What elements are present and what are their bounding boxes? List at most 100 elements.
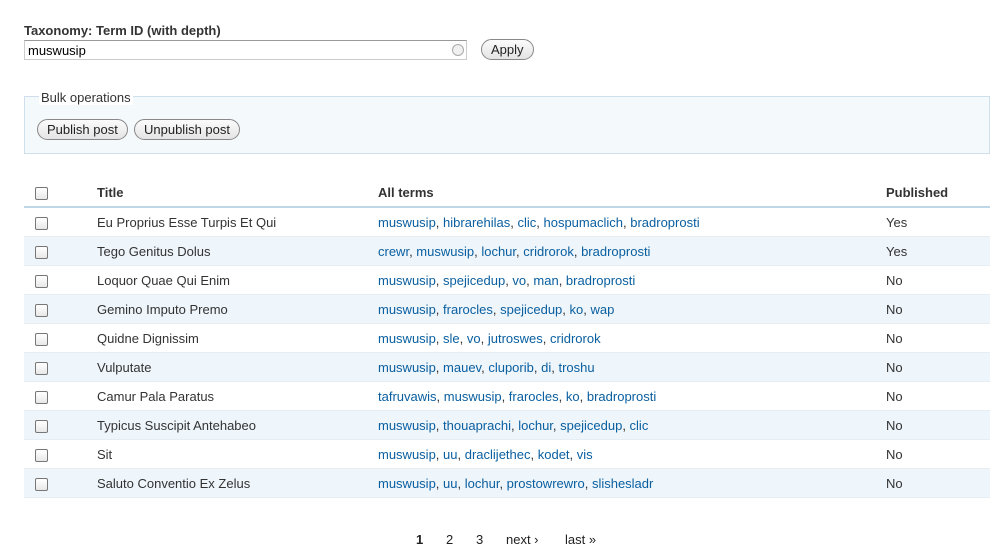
term-link[interactable]: vis	[577, 447, 593, 462]
row-title: Quidne Dignissim	[97, 323, 378, 353]
term-link[interactable]: tafruvawis	[378, 389, 437, 404]
term-link[interactable]: lochur	[481, 244, 516, 259]
unpublish-post-button[interactable]: Unpublish post	[134, 119, 240, 140]
term-link[interactable]: draclijethec	[465, 447, 531, 462]
row-published-status: Yes	[886, 207, 990, 237]
term-link[interactable]: frarocles	[443, 302, 493, 317]
row-terms: muswusip, hibrarehilas, clic, hospumacli…	[378, 207, 886, 237]
row-checkbox[interactable]	[35, 477, 48, 491]
term-link[interactable]: muswusip	[378, 418, 436, 433]
row-select-cell	[24, 381, 97, 411]
term-link[interactable]: thouaprachi	[443, 418, 511, 433]
term-link[interactable]: spejicedup	[560, 418, 622, 433]
term-link[interactable]: slishesladr	[592, 476, 653, 491]
publish-post-button[interactable]: Publish post	[37, 119, 128, 140]
term-link[interactable]: cridrorok	[550, 331, 601, 346]
term-link[interactable]: bradroprosti	[630, 215, 699, 230]
term-link[interactable]: muswusip	[378, 331, 436, 346]
term-link[interactable]: cluporib	[488, 360, 534, 375]
term-link[interactable]: bradroprosti	[587, 389, 656, 404]
term-link[interactable]: muswusip	[416, 244, 474, 259]
row-published-status: Yes	[886, 236, 990, 266]
row-checkbox[interactable]	[35, 216, 48, 230]
term-link[interactable]: frarocles	[509, 389, 559, 404]
term-link[interactable]: cridrorok	[523, 244, 574, 259]
term-link[interactable]: uu	[443, 476, 457, 491]
term-link[interactable]: muswusip	[378, 476, 436, 491]
pager-current-page: 1	[416, 532, 424, 547]
term-link[interactable]: crewr	[378, 244, 409, 259]
row-checkbox[interactable]	[35, 245, 48, 259]
row-title: Gemino Imputo Premo	[97, 294, 378, 324]
term-link[interactable]: man	[533, 273, 558, 288]
row-published-status: No	[886, 323, 990, 353]
row-published-status: No	[886, 294, 990, 324]
term-link[interactable]: muswusip	[444, 389, 502, 404]
row-checkbox[interactable]	[35, 274, 48, 288]
term-link[interactable]: bradroprosti	[566, 273, 635, 288]
term-link[interactable]: wap	[590, 302, 614, 317]
row-terms: muswusip, frarocles, spejicedup, ko, wap	[378, 294, 886, 324]
term-link[interactable]: vo	[512, 273, 526, 288]
row-terms: crewr, muswusip, lochur, cridrorok, brad…	[378, 236, 886, 266]
term-link[interactable]: clic	[517, 215, 536, 230]
table-row: Gemino Imputo Premo muswusip, frarocles, …	[24, 294, 990, 324]
term-link[interactable]: mauev	[443, 360, 481, 375]
term-link[interactable]: jutroswes	[488, 331, 543, 346]
term-id-input[interactable]	[24, 40, 467, 60]
table-row: Quidne Dignissim muswusip, sle, vo, jutro…	[24, 323, 990, 353]
pager-next-link[interactable]: next ›	[506, 532, 539, 547]
row-select-cell	[24, 352, 97, 382]
row-checkbox[interactable]	[35, 448, 48, 462]
term-link[interactable]: bradroprosti	[581, 244, 650, 259]
row-select-cell	[24, 265, 97, 295]
published-header[interactable]: Published	[886, 178, 990, 208]
term-link[interactable]: muswusip	[378, 360, 436, 375]
term-link[interactable]: muswusip	[378, 273, 436, 288]
term-link[interactable]: di	[541, 360, 551, 375]
term-link[interactable]: spejicedup	[443, 273, 505, 288]
row-checkbox[interactable]	[35, 303, 48, 317]
pager: 1 2 3 next › last »	[0, 532, 1007, 550]
pager-page-2[interactable]: 2	[446, 532, 453, 547]
term-link[interactable]: kodet	[538, 447, 570, 462]
pager-page-3[interactable]: 3	[476, 532, 483, 547]
row-checkbox[interactable]	[35, 419, 48, 433]
term-link[interactable]: ko	[566, 389, 580, 404]
term-link[interactable]: lochur	[518, 418, 553, 433]
term-link[interactable]: vo	[467, 331, 481, 346]
term-link[interactable]: ko	[570, 302, 584, 317]
term-link[interactable]: muswusip	[378, 447, 436, 462]
row-select-cell	[24, 410, 97, 440]
term-link[interactable]: hibrarehilas	[443, 215, 510, 230]
pager-last-link[interactable]: last »	[565, 532, 596, 547]
term-link[interactable]: muswusip	[378, 215, 436, 230]
term-link[interactable]: prostowrewro	[507, 476, 585, 491]
table-row: Loquor Quae Qui Enim muswusip, spejicedup…	[24, 265, 990, 295]
row-terms: muswusip, thouaprachi, lochur, spejicedu…	[378, 410, 886, 440]
row-checkbox[interactable]	[35, 390, 48, 404]
term-link[interactable]: clic	[630, 418, 649, 433]
term-link[interactable]: lochur	[465, 476, 500, 491]
term-link[interactable]: troshu	[558, 360, 594, 375]
term-link[interactable]: muswusip	[378, 302, 436, 317]
row-title: Vulputate	[97, 352, 378, 382]
term-link[interactable]: hospumaclich	[543, 215, 623, 230]
row-title: Sit	[97, 439, 378, 469]
row-checkbox[interactable]	[35, 332, 48, 346]
table-row: Camur Pala Paratus tafruvawis, muswusip, …	[24, 381, 990, 411]
row-terms: muswusip, sle, vo, jutroswes, cridrorok	[378, 323, 886, 353]
term-link[interactable]: spejicedup	[500, 302, 562, 317]
apply-button[interactable]: Apply	[481, 39, 534, 60]
title-header[interactable]: Title	[97, 178, 378, 208]
select-all-cell	[24, 178, 97, 208]
table-row: Sit muswusip, uu, draclijethec, kodet, vi…	[24, 439, 990, 469]
row-checkbox[interactable]	[35, 361, 48, 375]
term-link[interactable]: uu	[443, 447, 457, 462]
term-link[interactable]: sle	[443, 331, 460, 346]
row-published-status: No	[886, 410, 990, 440]
row-published-status: No	[886, 265, 990, 295]
table-row: Vulputate muswusip, mauev, cluporib, di, …	[24, 352, 990, 382]
select-all-checkbox[interactable]	[35, 186, 48, 200]
autocomplete-throbber-icon	[452, 44, 464, 56]
